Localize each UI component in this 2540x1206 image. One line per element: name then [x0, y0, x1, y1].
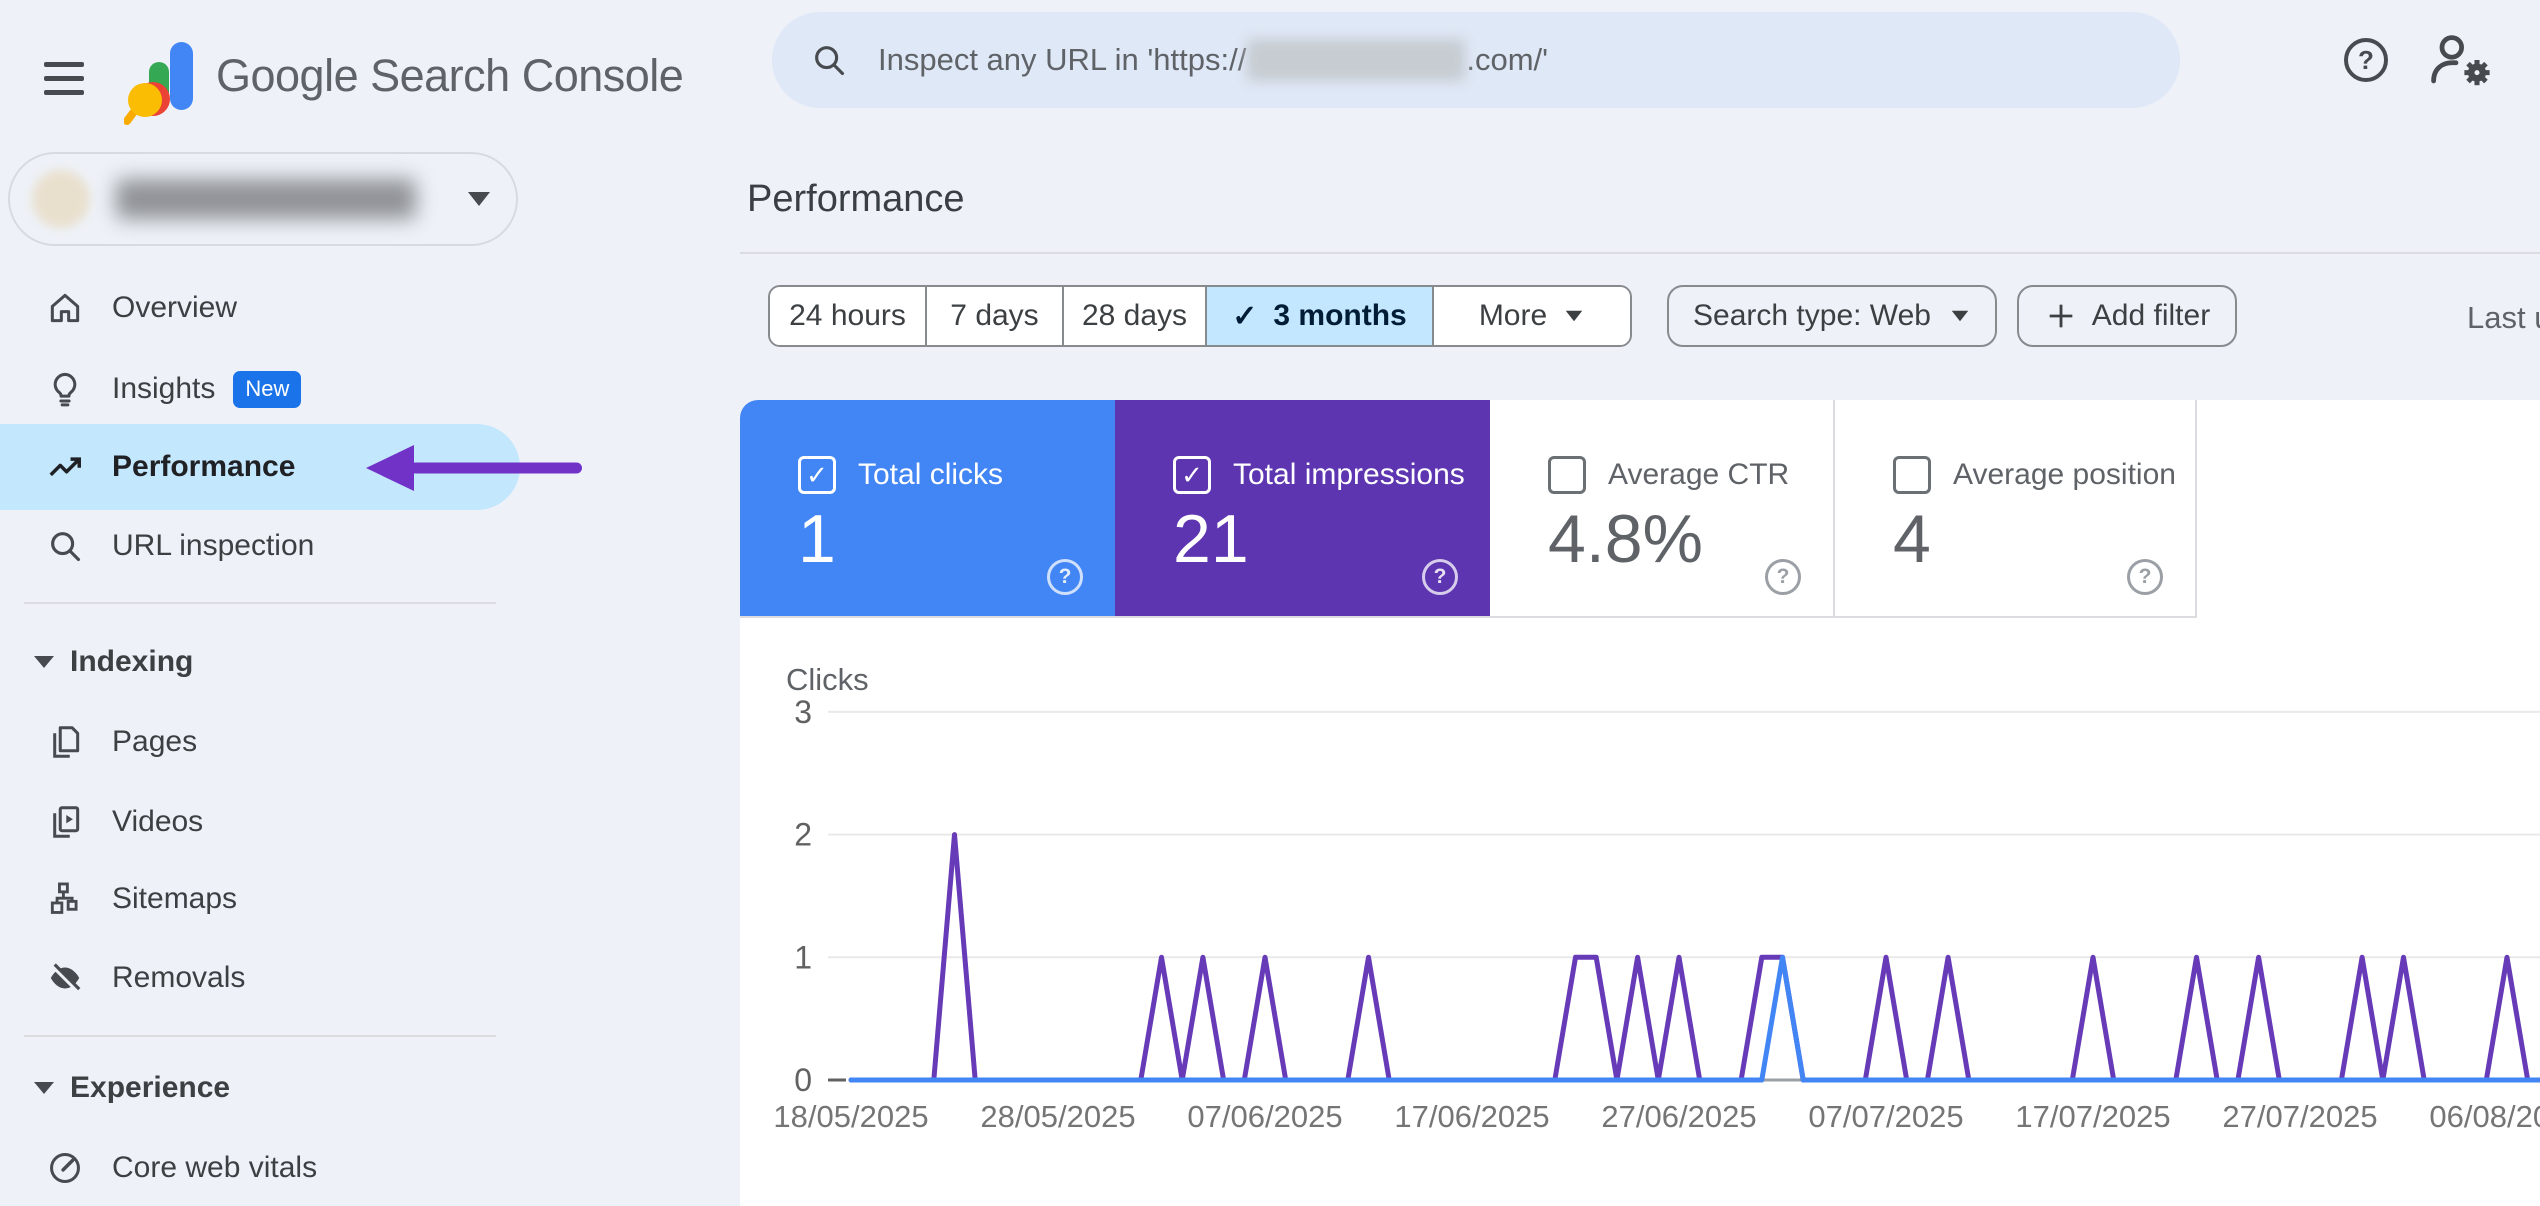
search-console-logo-icon: [124, 38, 194, 133]
search-icon: [810, 41, 848, 79]
svg-text:07/06/2025: 07/06/2025: [1187, 1099, 1342, 1134]
plus-icon: [2044, 299, 2078, 333]
google-search-console-app: { "topbar": { "product_name": "Google Se…: [0, 0, 2540, 1206]
metric-value: 4.8%: [1548, 500, 1703, 578]
pages-icon: [46, 723, 84, 761]
sidebar-divider: [24, 1035, 496, 1037]
svg-text:17/07/2025: 17/07/2025: [2015, 1099, 2170, 1134]
menu-icon[interactable]: [44, 62, 84, 98]
speedometer-icon: [46, 1149, 84, 1187]
svg-text:3: 3: [794, 694, 812, 730]
svg-text:27/06/2025: 27/06/2025: [1601, 1099, 1756, 1134]
sidebar-item-url-inspection[interactable]: URL inspection: [0, 523, 520, 569]
total-clicks-card[interactable]: ✓ Total clicks 1 ?: [740, 400, 1115, 617]
sidebar-item-core-web-vitals[interactable]: Core web vitals: [0, 1145, 520, 1191]
total-impressions-card[interactable]: ✓ Total impressions 21 ?: [1115, 400, 1490, 617]
svg-text:17/06/2025: 17/06/2025: [1394, 1099, 1549, 1134]
lightbulb-icon: [46, 370, 84, 408]
help-icon[interactable]: ?: [2127, 559, 2163, 595]
tab-28-days[interactable]: 28 days: [1062, 287, 1205, 345]
property-selector[interactable]: [8, 152, 518, 246]
check-icon: ✓: [1232, 299, 1257, 334]
performance-line-chart: Clicks 0 1 2 3 18/05/2025 28/05/2025 07/06/2025…: [740, 660, 2540, 1206]
svg-text:07/07/2025: 07/07/2025: [1808, 1099, 1963, 1134]
svg-text:Clicks: Clicks: [786, 662, 869, 697]
user-settings-icon[interactable]: [2428, 32, 2498, 93]
sidebar-item-insights[interactable]: InsightsNew: [0, 366, 520, 412]
sitemap-tree-icon: [46, 880, 84, 918]
sidebar-item-performance[interactable]: Performance: [0, 444, 520, 490]
last-updated-text: Last u: [2467, 300, 2540, 336]
help-icon[interactable]: ?: [1422, 559, 1458, 595]
sidebar-item-sitemaps[interactable]: Sitemaps: [0, 876, 520, 922]
divider: [740, 252, 2540, 254]
tab-more[interactable]: More: [1432, 287, 1630, 345]
checkbox-checked-icon[interactable]: ✓: [1173, 456, 1211, 494]
metric-value: 1: [798, 500, 836, 578]
property-avatar: [32, 170, 90, 228]
svg-text:18/05/2025: 18/05/2025: [773, 1099, 928, 1134]
help-icon[interactable]: ?: [1765, 559, 1801, 595]
new-badge: New: [233, 371, 301, 408]
svg-text:27/07/2025: 27/07/2025: [2222, 1099, 2377, 1134]
sidebar-divider: [24, 602, 496, 604]
redacted-domain: [1247, 39, 1465, 81]
sidebar-section-indexing[interactable]: Indexing: [0, 639, 520, 685]
chevron-down-icon: [1566, 311, 1583, 322]
eye-off-icon: [46, 959, 84, 997]
checkbox-unchecked-icon[interactable]: [1548, 456, 1586, 494]
sidebar-item-removals[interactable]: Removals: [0, 955, 520, 1001]
search-type-dropdown[interactable]: Search type: Web: [1667, 285, 1997, 347]
redacted-property-name: [116, 179, 416, 219]
url-inspect-search-bar[interactable]: Inspect any URL in 'https://.com/': [772, 12, 2180, 108]
svg-text:1: 1: [794, 939, 812, 975]
sidebar-item-overview[interactable]: Overview: [0, 285, 520, 331]
help-icon[interactable]: ?: [1047, 559, 1083, 595]
svg-text:06/08/2025: 06/08/2025: [2429, 1099, 2540, 1134]
chevron-down-icon: [1952, 311, 1969, 322]
tab-7-days[interactable]: 7 days: [925, 287, 1062, 345]
page-title: Performance: [747, 178, 965, 221]
checkbox-unchecked-icon[interactable]: [1893, 456, 1931, 494]
metric-value: 4: [1893, 500, 1931, 578]
sidebar-item-videos[interactable]: Videos: [0, 799, 520, 845]
home-icon: [46, 289, 84, 327]
chevron-down-icon: [34, 656, 54, 668]
date-range-tabs: 24 hours 7 days 28 days ✓ 3 months More: [768, 285, 1632, 347]
svg-text:28/05/2025: 28/05/2025: [980, 1099, 1135, 1134]
divider: [740, 616, 2197, 618]
average-ctr-card[interactable]: Average CTR 4.8% ?: [1490, 400, 1835, 617]
tab-24-hours[interactable]: 24 hours: [770, 287, 925, 345]
svg-text:0: 0: [794, 1062, 812, 1098]
tab-3-months-selected[interactable]: ✓ 3 months: [1205, 287, 1432, 345]
chart-canvas: Clicks 0 1 2 3 18/05/2025 28/05/2025 07/06/2025…: [740, 660, 2540, 1206]
average-position-card[interactable]: Average position 4 ?: [1835, 400, 2197, 617]
add-filter-button[interactable]: Add filter: [2017, 285, 2237, 347]
sidebar-item-pages[interactable]: Pages: [0, 719, 520, 765]
chevron-down-icon: [34, 1082, 54, 1094]
chevron-down-icon: [468, 192, 490, 206]
help-icon[interactable]: ?: [2344, 38, 2388, 82]
product-title: Google Search Console: [216, 50, 683, 102]
svg-text:2: 2: [794, 817, 812, 853]
metric-value: 21: [1173, 500, 1249, 578]
trending-up-icon: [46, 448, 84, 486]
search-input[interactable]: Inspect any URL in 'https://.com/': [878, 39, 1548, 81]
sidebar-section-experience[interactable]: Experience: [0, 1065, 520, 1111]
search-icon: [46, 527, 84, 565]
checkbox-checked-icon[interactable]: ✓: [798, 456, 836, 494]
video-pages-icon: [46, 803, 84, 841]
